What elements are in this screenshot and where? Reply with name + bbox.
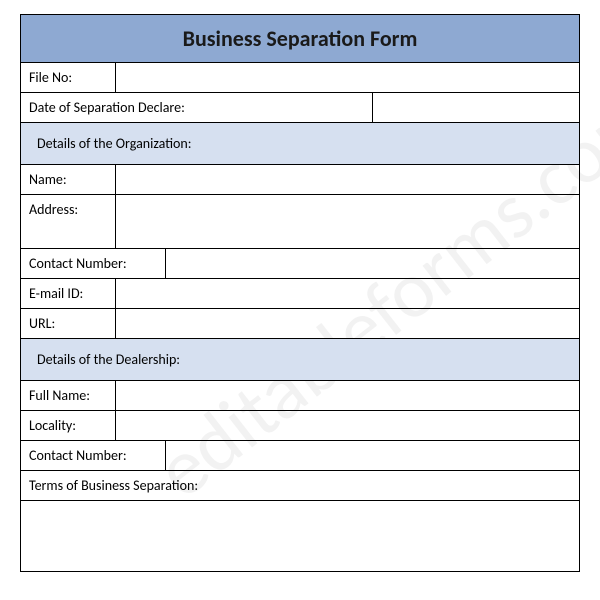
label-locality: Locality: [21, 411, 116, 440]
row-full-name: Full Name: [21, 381, 579, 411]
field-url[interactable] [116, 309, 579, 338]
label-email: E-mail ID: [21, 279, 116, 308]
row-locality: Locality: [21, 411, 579, 441]
label-organization-header: Details of the Organization: [29, 129, 571, 158]
label-date-separation: Date of Separation Declare: [21, 93, 373, 122]
field-full-name[interactable] [116, 381, 579, 410]
label-contact: Contact Number: [21, 249, 166, 278]
label-full-name: Full Name: [21, 381, 116, 410]
field-date-separation[interactable] [373, 93, 579, 122]
label-contact2: Contact Number: [21, 441, 166, 470]
label-dealership-header: Details of the Dealership: [29, 345, 571, 374]
section-dealership: Details of the Dealership: [21, 339, 579, 381]
row-contact: Contact Number: [21, 249, 579, 279]
row-url: URL: [21, 309, 579, 339]
form-title: Business Separation Form [21, 15, 579, 63]
field-address[interactable] [116, 195, 579, 248]
row-address: Address: [21, 195, 579, 249]
label-terms: Terms of Business Separation: [21, 471, 579, 500]
label-address: Address: [21, 195, 116, 248]
row-contact2: Contact Number: [21, 441, 579, 471]
row-terms-body[interactable] [21, 501, 579, 571]
row-terms-label: Terms of Business Separation: [21, 471, 579, 501]
field-name[interactable] [116, 165, 579, 194]
row-name: Name: [21, 165, 579, 195]
label-file-no: File No: [21, 63, 116, 92]
field-contact2[interactable] [166, 441, 579, 470]
business-separation-form: Business Separation Form File No: Date o… [20, 14, 580, 572]
section-organization: Details of the Organization: [21, 123, 579, 165]
label-name: Name: [21, 165, 116, 194]
field-terms[interactable] [21, 501, 579, 571]
row-date-separation: Date of Separation Declare: [21, 93, 579, 123]
field-contact[interactable] [166, 249, 579, 278]
field-file-no[interactable] [116, 63, 579, 92]
row-email: E-mail ID: [21, 279, 579, 309]
row-file-no: File No: [21, 63, 579, 93]
label-url: URL: [21, 309, 116, 338]
field-email[interactable] [116, 279, 579, 308]
field-locality[interactable] [116, 411, 579, 440]
